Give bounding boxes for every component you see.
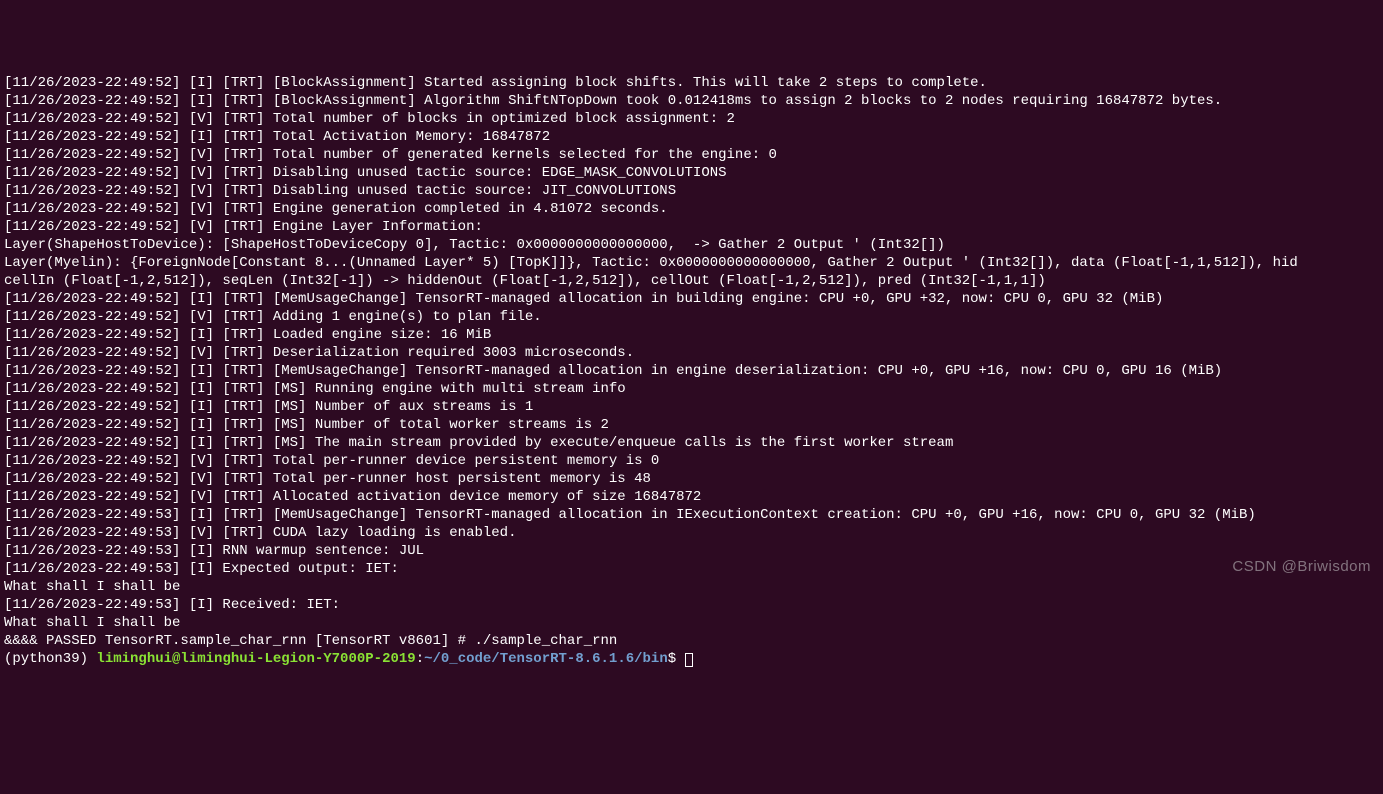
log-line: Layer(Myelin): {ForeignNode[Constant 8..… <box>4 254 1379 272</box>
terminal-output[interactable]: [11/26/2023-22:49:52] [I] [TRT] [BlockAs… <box>4 74 1379 668</box>
log-line: [11/26/2023-22:49:53] [I] Received: IET: <box>4 596 1379 614</box>
log-line: [11/26/2023-22:49:53] [I] RNN warmup sen… <box>4 542 1379 560</box>
log-line: [11/26/2023-22:49:52] [V] [TRT] Adding 1… <box>4 308 1379 326</box>
log-line: [11/26/2023-22:49:52] [I] [TRT] [MS] Num… <box>4 398 1379 416</box>
log-line: [11/26/2023-22:49:52] [I] [TRT] [MS] The… <box>4 434 1379 452</box>
log-line: [11/26/2023-22:49:52] [V] [TRT] Total nu… <box>4 110 1379 128</box>
log-line: [11/26/2023-22:49:52] [V] [TRT] Deserial… <box>4 344 1379 362</box>
log-line: cellIn (Float[-1,2,512]), seqLen (Int32[… <box>4 272 1379 290</box>
prompt-separator: : <box>416 651 424 667</box>
prompt-env: (python39) <box>4 651 96 667</box>
log-line: [11/26/2023-22:49:52] [I] [TRT] Total Ac… <box>4 128 1379 146</box>
log-line: [11/26/2023-22:49:52] [I] [TRT] [MemUsag… <box>4 290 1379 308</box>
log-line: [11/26/2023-22:49:52] [V] [TRT] Engine L… <box>4 218 1379 236</box>
log-line: [11/26/2023-22:49:52] [I] [TRT] [BlockAs… <box>4 92 1379 110</box>
prompt-path: ~/0_code/TensorRT-8.6.1.6/bin <box>424 651 668 667</box>
prompt-user: liminghui@liminghui-Legion-Y7000P-2019 <box>96 651 415 667</box>
log-line: &&&& PASSED TensorRT.sample_char_rnn [Te… <box>4 632 1379 650</box>
watermark: CSDN @Briwisdom <box>1232 558 1371 576</box>
log-line: [11/26/2023-22:49:52] [V] [TRT] Disablin… <box>4 164 1379 182</box>
prompt-line[interactable]: (python39) liminghui@liminghui-Legion-Y7… <box>4 650 1379 668</box>
log-line: [11/26/2023-22:49:52] [I] [TRT] [BlockAs… <box>4 74 1379 92</box>
log-line: What shall I shall be <box>4 578 1379 596</box>
log-line: [11/26/2023-22:49:52] [V] [TRT] Total pe… <box>4 452 1379 470</box>
log-line: Layer(ShapeHostToDevice): [ShapeHostToDe… <box>4 236 1379 254</box>
log-line: [11/26/2023-22:49:52] [V] [TRT] Total nu… <box>4 146 1379 164</box>
log-line: [11/26/2023-22:49:52] [V] [TRT] Allocate… <box>4 488 1379 506</box>
log-line: [11/26/2023-22:49:52] [I] [TRT] [MS] Run… <box>4 380 1379 398</box>
log-line: [11/26/2023-22:49:52] [V] [TRT] Engine g… <box>4 200 1379 218</box>
log-line: [11/26/2023-22:49:52] [I] [TRT] [MemUsag… <box>4 362 1379 380</box>
log-line: [11/26/2023-22:49:52] [V] [TRT] Disablin… <box>4 182 1379 200</box>
log-line: [11/26/2023-22:49:52] [V] [TRT] Total pe… <box>4 470 1379 488</box>
log-line: [11/26/2023-22:49:53] [V] [TRT] CUDA laz… <box>4 524 1379 542</box>
log-line: [11/26/2023-22:49:53] [I] Expected outpu… <box>4 560 1379 578</box>
log-line: What shall I shall be <box>4 614 1379 632</box>
prompt-dollar: $ <box>668 651 685 667</box>
log-line: [11/26/2023-22:49:52] [I] [TRT] Loaded e… <box>4 326 1379 344</box>
log-line: [11/26/2023-22:49:53] [I] [TRT] [MemUsag… <box>4 506 1379 524</box>
cursor-icon <box>685 653 693 667</box>
log-line: [11/26/2023-22:49:52] [I] [TRT] [MS] Num… <box>4 416 1379 434</box>
